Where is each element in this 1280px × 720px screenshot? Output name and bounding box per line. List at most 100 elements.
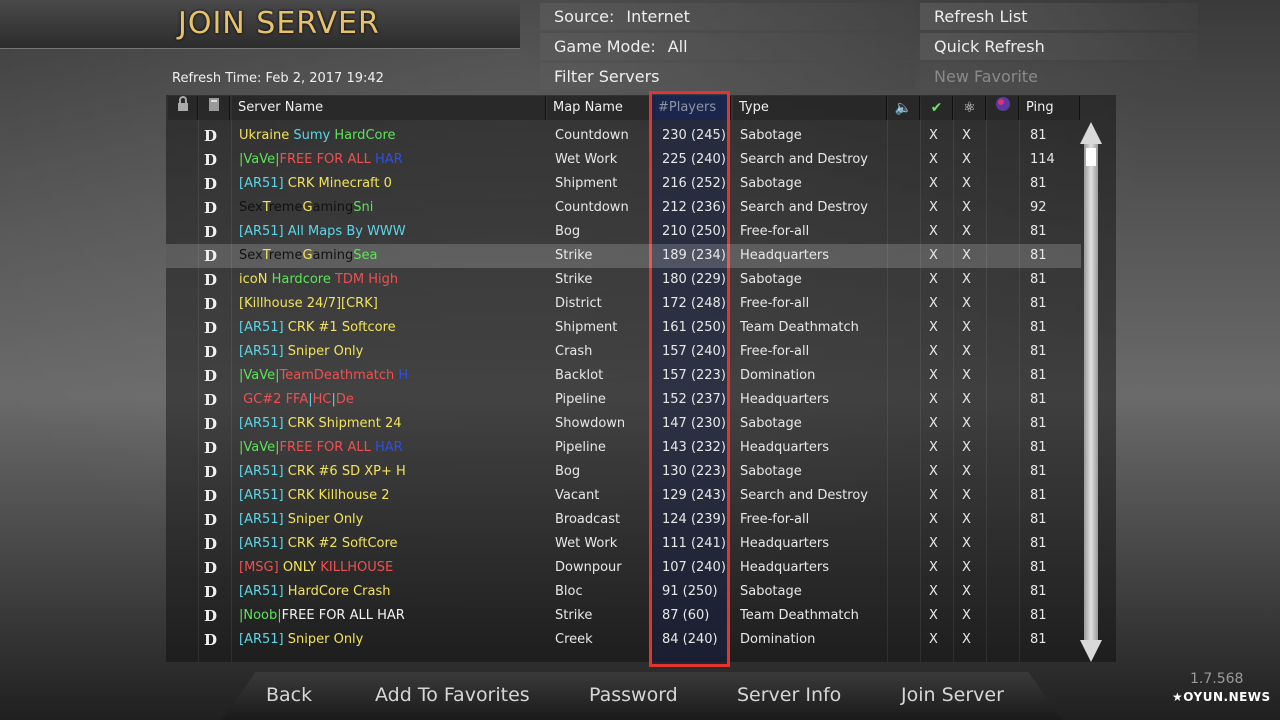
server-name-segment: CRK #2 SoftCore — [287, 536, 398, 551]
scrollbar[interactable] — [1080, 122, 1102, 662]
refresh-list-button[interactable]: Refresh List — [920, 3, 1198, 30]
ping-value: 81 — [1030, 272, 1047, 287]
game-type: Headquarters — [740, 536, 830, 551]
server-name: [AR51] CRK #1 Softcore — [239, 316, 544, 340]
pure-flag: X — [929, 416, 938, 431]
server-row[interactable]: D [AR51] CRK #6 SD XP+ H Bog 130 (223) Sabot… — [166, 460, 1081, 484]
server-name: [AR51] HardCore Crash — [239, 580, 544, 604]
server-row[interactable]: D [MSG] ONLY KILLHOUSE Downpour 107 (240) He… — [166, 556, 1081, 580]
server-row[interactable]: D [AR51] Sniper Only Crash 157 (240) Free-fo… — [166, 340, 1081, 364]
server-row[interactable]: D SexTremeGamingSni Countdown 212 (236) Sear… — [166, 196, 1081, 220]
mod-column-header[interactable]: ⚛ — [954, 96, 986, 120]
pure-flag: X — [929, 152, 938, 167]
server-name-segment: [AR51] — [239, 176, 288, 191]
server-name-segment: reme — [268, 200, 303, 215]
server-name-segment: [AR51] — [239, 536, 288, 551]
map-name: Creek — [555, 632, 593, 647]
type-column-header[interactable]: Type — [733, 96, 887, 120]
ping-value: 81 — [1030, 368, 1047, 383]
scroll-up-arrow-icon[interactable] — [1080, 122, 1102, 144]
server-info-button[interactable]: Server Info — [737, 684, 841, 706]
server-row[interactable]: D |VaVe|FREE FOR ALL HAR Pipeline 143 (232)… — [166, 436, 1081, 460]
scroll-thumb[interactable] — [1086, 148, 1096, 166]
ping-value: 81 — [1030, 176, 1047, 191]
server-row[interactable]: D |VaVe|FREE FOR ALL HAR Wet Work 225 (240)… — [166, 148, 1081, 172]
server-name-column-header[interactable]: Server Name — [232, 96, 546, 120]
mod-flag: X — [962, 272, 971, 287]
server-row[interactable]: D [AR51] CRK Shipment 24 Showdown 147 (230)… — [166, 412, 1081, 436]
mod-flag: X — [962, 248, 971, 263]
server-row[interactable]: D Ukraine Sumy HardCore Countdown 230 (245)… — [166, 124, 1081, 148]
game-mode-selector[interactable]: Game Mode: All — [540, 33, 915, 60]
server-name: [Killhouse 24/7][CRK] — [239, 292, 544, 316]
server-name-segment: HAR — [374, 152, 403, 167]
server-row[interactable]: D [AR51] Sniper Only Broadcast 124 (239) Fre… — [166, 508, 1081, 532]
filter-servers-button[interactable]: Filter Servers — [540, 63, 915, 90]
mod-flag: X — [962, 176, 971, 191]
back-button[interactable]: Back — [266, 684, 312, 706]
pure-flag: X — [929, 248, 938, 263]
server-name: GC#2 FFA|HC|De — [239, 388, 544, 412]
server-name-segment: [AR51] — [239, 416, 288, 431]
server-row[interactable]: D [AR51] HardCore Crash Bloc 91 (250) Sabota… — [166, 580, 1081, 604]
server-name: |VaVe|TeamDeathmatch H — [239, 364, 544, 388]
source-selector[interactable]: Source: Internet — [540, 3, 915, 30]
quick-refresh-button[interactable]: Quick Refresh — [920, 33, 1198, 60]
server-row[interactable]: D [Killhouse 24/7][CRK] District 172 (248) F… — [166, 292, 1081, 316]
ping-value: 81 — [1030, 392, 1047, 407]
voice-column-header[interactable]: 🔈 — [888, 96, 920, 120]
lock-icon — [175, 96, 191, 116]
server-name: SexTremeGamingSni — [239, 196, 544, 220]
server-name-segment: aming — [312, 200, 354, 215]
game-mode-label: Game Mode: — [554, 37, 656, 56]
player-count: 107 (240) — [662, 560, 726, 575]
server-name-segment: FREE FOR ALL — [279, 152, 375, 167]
server-row[interactable]: D [AR51] CRK #1 Softcore Shipment 161 (250)… — [166, 316, 1081, 340]
ping-value: 81 — [1030, 584, 1047, 599]
server-row[interactable]: DicoN Hardcore TDM High Strike 180 (229) Sa… — [166, 268, 1081, 292]
punkbuster-column-header[interactable] — [987, 96, 1019, 120]
server-name-segment: Sex — [239, 200, 263, 215]
map-name-column-header[interactable]: Map Name — [547, 96, 651, 120]
server-name-segment: De — [335, 392, 354, 407]
pure-flag: X — [929, 296, 938, 311]
server-row[interactable]: D [AR51] CRK Killhouse 2 Vacant 129 (243) Se… — [166, 484, 1081, 508]
mod-flag: X — [962, 368, 971, 383]
map-name: Crash — [555, 344, 593, 359]
dedicated-column-header[interactable] — [199, 96, 230, 120]
password-button[interactable]: Password — [589, 684, 678, 706]
server-name: [AR51] CRK Killhouse 2 — [239, 484, 544, 508]
map-name: Strike — [555, 608, 593, 623]
game-type: Search and Destroy — [740, 152, 868, 167]
map-name: Downpour — [555, 560, 622, 575]
server-row[interactable]: D SexTremeGamingSea Strike 189 (234) Headqua… — [166, 244, 1081, 268]
server-row[interactable]: D |VaVe|TeamDeathmatch H Backlot 157 (223) D… — [166, 364, 1081, 388]
game-type: Domination — [740, 368, 816, 383]
pure-flag: X — [929, 224, 938, 239]
new-favorite-button[interactable]: New Favorite — [920, 63, 1198, 90]
page-title: JOIN SERVER — [178, 6, 380, 41]
server-row[interactable]: D [AR51] CRK Minecraft 0 Shipment 216 (252)… — [166, 172, 1081, 196]
server-row[interactable]: D [AR51] All Maps By WWW Bog 210 (250) Free-… — [166, 220, 1081, 244]
mod-flag: X — [962, 464, 971, 479]
player-count: 189 (234) — [662, 248, 726, 263]
server-row[interactable]: D GC#2 FFA|HC|De Pipeline 152 (237) Headqua… — [166, 388, 1081, 412]
lock-column-header[interactable] — [168, 96, 198, 120]
map-name: Pipeline — [555, 440, 606, 455]
mod-flag: X — [962, 512, 971, 527]
pure-column-header[interactable]: ✔ — [921, 96, 953, 120]
mod-flag: X — [962, 440, 971, 455]
server-name: [AR51] CRK Minecraft 0 — [239, 172, 544, 196]
scroll-down-arrow-icon[interactable] — [1080, 640, 1102, 662]
server-row[interactable]: D |Noob|FREE FOR ALL HAR Strike 87 (60) Team… — [166, 604, 1081, 628]
join-server-button[interactable]: Join Server — [901, 684, 1004, 706]
server-name-segment: |VaVe| — [239, 152, 280, 167]
ping-column-header[interactable]: Ping — [1020, 96, 1080, 120]
server-name-segment: |VaVe| — [239, 440, 280, 455]
server-row[interactable]: D [AR51] Sniper Only Creek 84 (240) Dominati… — [166, 628, 1081, 652]
map-name: Bloc — [555, 584, 583, 599]
mod-flag: X — [962, 200, 971, 215]
server-row[interactable]: D [AR51] CRK #2 SoftCore Wet Work 111 (241)… — [166, 532, 1081, 556]
scroll-track[interactable] — [1084, 144, 1098, 640]
add-to-favorites-button[interactable]: Add To Favorites — [375, 684, 530, 706]
